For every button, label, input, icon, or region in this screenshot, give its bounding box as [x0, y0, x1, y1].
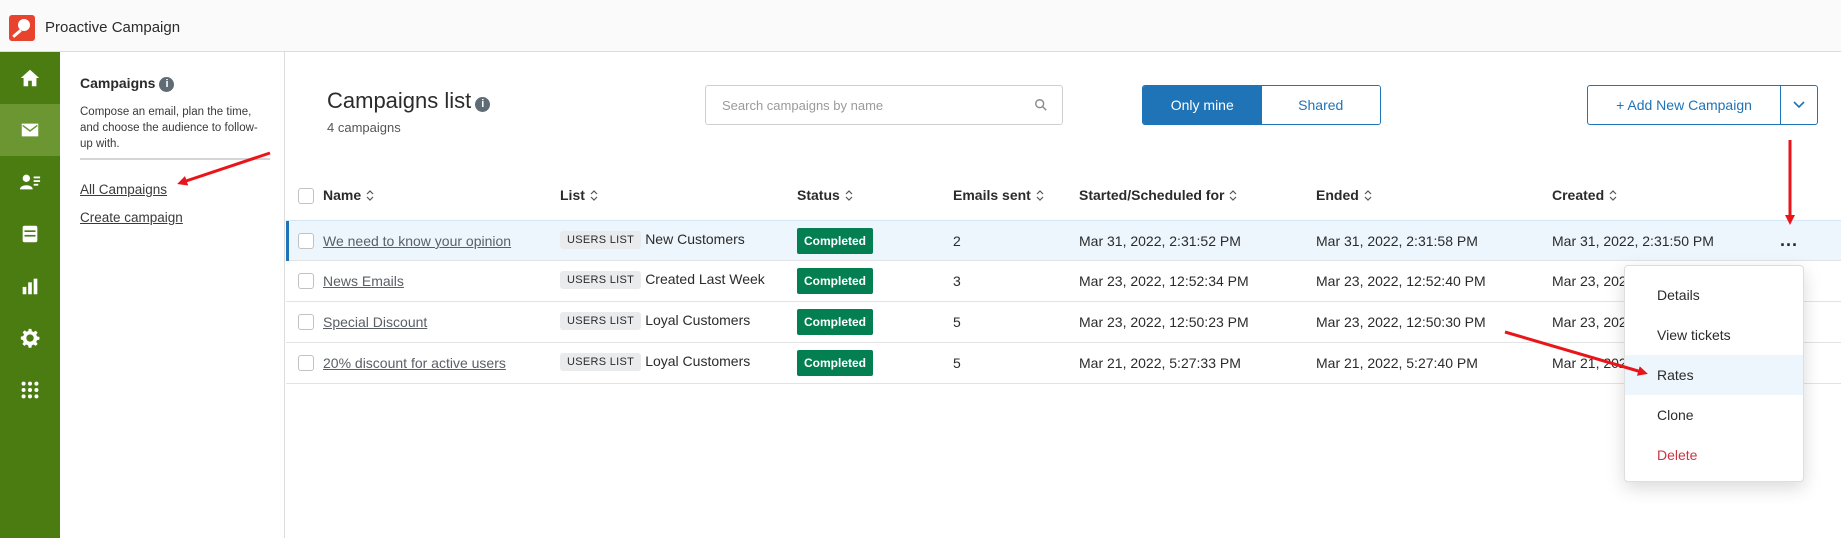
row-actions-menu-button[interactable]: ... [1780, 230, 1798, 251]
column-header-list[interactable]: List [560, 187, 598, 203]
menu-item-delete[interactable]: Delete [1625, 435, 1803, 475]
list-name: Loyal Customers [645, 353, 751, 369]
chevron-down-icon [1793, 101, 1805, 109]
mail-icon[interactable] [0, 104, 60, 156]
search-input[interactable] [706, 86, 1062, 124]
database-icon[interactable] [0, 208, 60, 260]
emails-sent: 5 [953, 314, 961, 330]
started-date: Mar 31, 2022, 2:31:52 PM [1079, 233, 1241, 249]
create-campaign-link[interactable]: Create campaign [80, 210, 183, 225]
table-row[interactable]: We need to know your opinion USERS LIST N… [286, 220, 1841, 261]
column-header-created[interactable]: Created [1552, 187, 1617, 203]
emails-sent: 2 [953, 233, 961, 249]
nav-rail [0, 52, 60, 538]
list-name: New Customers [645, 231, 745, 247]
emails-sent: 5 [953, 355, 961, 371]
apps-grid-icon[interactable] [0, 364, 60, 416]
list-type-tag: USERS LIST [560, 353, 642, 371]
add-new-campaign-button[interactable]: + Add New Campaign [1587, 85, 1781, 125]
started-date: Mar 23, 2022, 12:52:34 PM [1079, 273, 1249, 289]
table-row[interactable]: 20% discount for active users USERS LIST… [286, 343, 1841, 384]
campaign-name-link[interactable]: News Emails [323, 273, 404, 289]
status-badge: Completed [797, 309, 873, 335]
sort-icon [1036, 190, 1044, 201]
status-badge: Completed [797, 350, 873, 376]
column-header-status[interactable]: Status [797, 187, 853, 203]
ended-date: Mar 21, 2022, 5:27:40 PM [1316, 355, 1478, 371]
search-box [705, 85, 1063, 125]
column-header-ended[interactable]: Ended [1316, 187, 1372, 203]
row-checkbox[interactable] [298, 233, 314, 249]
row-checkbox[interactable] [298, 314, 314, 330]
campaign-name-link[interactable]: Special Discount [323, 314, 427, 330]
sort-icon [845, 190, 853, 201]
top-bar: Proactive Campaign [0, 0, 1841, 52]
created-date: Mar 23, 2022 [1552, 314, 1635, 330]
bar-chart-icon[interactable] [0, 260, 60, 312]
row-checkbox[interactable] [298, 273, 314, 289]
table-row[interactable]: News Emails USERS LIST Created Last Week … [286, 261, 1841, 302]
sidebar-title: Campaigns i [80, 75, 175, 92]
menu-item-rates[interactable]: Rates [1625, 355, 1803, 395]
add-campaign-dropdown-button[interactable] [1780, 85, 1818, 125]
list-type-tag: USERS LIST [560, 271, 642, 289]
menu-item-view-tickets[interactable]: View tickets [1625, 315, 1803, 355]
contacts-icon[interactable] [0, 156, 60, 208]
column-header-emails-sent[interactable]: Emails sent [953, 187, 1044, 203]
gear-icon[interactable] [0, 312, 60, 364]
search-icon[interactable] [1034, 98, 1048, 112]
sidebar-divider [80, 158, 270, 160]
list-name: Created Last Week [645, 271, 765, 287]
menu-item-details[interactable]: Details [1625, 275, 1803, 315]
sort-icon [1230, 190, 1237, 201]
sidebar-title-text: Campaigns [80, 75, 156, 91]
row-checkbox[interactable] [298, 355, 314, 371]
sort-icon [1609, 190, 1617, 201]
campaign-count: 4 campaigns [327, 120, 401, 135]
ended-date: Mar 31, 2022, 2:31:58 PM [1316, 233, 1478, 249]
info-icon[interactable]: i [159, 77, 175, 92]
app-title: Proactive Campaign [45, 19, 181, 36]
campaigns-sidebar: Campaigns i Compose an email, plan the ti… [60, 52, 285, 538]
page-title-text: Campaigns list [327, 88, 472, 113]
created-date: Mar 21, 2022 [1552, 355, 1635, 371]
started-date: Mar 21, 2022, 5:27:33 PM [1079, 355, 1241, 371]
ownership-toggle: Only mine Shared [1142, 85, 1381, 125]
table-row[interactable]: Special Discount USERS LIST Loyal Custome… [286, 302, 1841, 343]
sidebar-description: Compose an email, plan the time, and cho… [80, 106, 258, 150]
started-date: Mar 23, 2022, 12:50:23 PM [1079, 314, 1249, 330]
status-badge: Completed [797, 228, 873, 254]
column-header-started[interactable]: Started/Scheduled for [1079, 187, 1237, 203]
home-icon[interactable] [0, 52, 60, 104]
sort-icon [1364, 190, 1372, 201]
shared-button[interactable]: Shared [1261, 86, 1380, 124]
menu-item-clone[interactable]: Clone [1625, 395, 1803, 435]
campaign-name-link[interactable]: 20% discount for active users [323, 355, 506, 371]
column-header-name[interactable]: Name [323, 187, 374, 203]
all-campaigns-link[interactable]: All Campaigns [80, 182, 167, 197]
sort-icon [590, 190, 598, 201]
ended-date: Mar 23, 2022, 12:50:30 PM [1316, 314, 1486, 330]
created-date: Mar 31, 2022, 2:31:50 PM [1552, 233, 1714, 249]
only-mine-button[interactable]: Only mine [1143, 86, 1262, 124]
list-name: Loyal Customers [645, 312, 751, 328]
page-title: Campaigns list i [327, 88, 491, 114]
row-actions-menu: Details View tickets Rates Clone Delete [1624, 265, 1804, 482]
ended-date: Mar 23, 2022, 12:52:40 PM [1316, 273, 1486, 289]
select-all-checkbox[interactable] [298, 188, 314, 204]
created-date: Mar 23, 2022 [1552, 273, 1635, 289]
app-logo [9, 15, 35, 41]
table-header: Name List Status Emails sent Started/Sch… [286, 175, 1841, 219]
campaign-name-link[interactable]: We need to know your opinion [323, 233, 511, 249]
status-badge: Completed [797, 268, 873, 294]
list-type-tag: USERS LIST [560, 312, 642, 330]
emails-sent: 3 [953, 273, 961, 289]
info-icon[interactable]: i [475, 97, 491, 112]
sort-icon [366, 190, 374, 201]
list-type-tag: USERS LIST [560, 231, 642, 249]
